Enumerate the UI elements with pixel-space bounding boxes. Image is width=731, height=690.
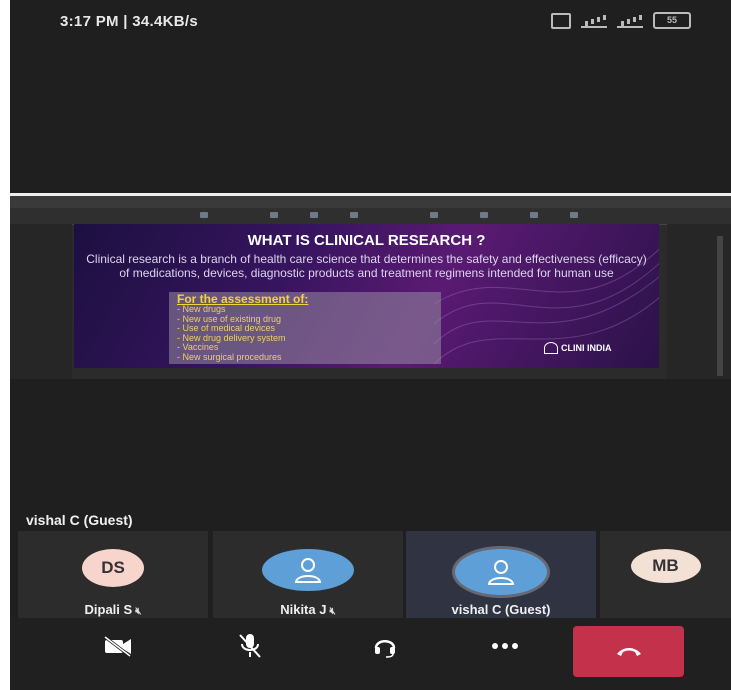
avatar bbox=[262, 549, 354, 591]
toolbar-icon bbox=[310, 212, 318, 218]
signal-icon-2 bbox=[617, 14, 643, 28]
phone-screen: 3:17 PM | 34.4KB/s 55 WHAT IS CLINICAL R… bbox=[10, 0, 731, 690]
call-controls-bar bbox=[10, 618, 731, 690]
participant-name: Nikita J bbox=[280, 602, 327, 617]
toolbar-icon bbox=[430, 212, 438, 218]
battery-icon: 55 bbox=[653, 12, 691, 29]
mic-off-icon: 🔇︎ bbox=[329, 606, 336, 617]
toolbar-icon bbox=[530, 212, 538, 218]
hang-up-button[interactable] bbox=[573, 626, 684, 677]
presentation-slide: WHAT IS CLINICAL RESEARCH ? Clinical res… bbox=[74, 224, 659, 368]
avatar: DS bbox=[82, 549, 144, 587]
assessment-box: For the assessment of: - New drugs - New… bbox=[169, 292, 441, 364]
mic-off-icon bbox=[239, 634, 261, 658]
audio-button[interactable] bbox=[355, 626, 415, 666]
status-bar: 3:17 PM | 34.4KB/s 55 bbox=[10, 0, 731, 44]
slide-description: Clinical research is a branch of health … bbox=[86, 252, 647, 280]
participant-strip[interactable]: DS Dipali S 🔇︎ Nikita J 🔇︎ vishal C (Gue… bbox=[10, 531, 731, 619]
camera-off-icon bbox=[104, 635, 131, 657]
sim-icon bbox=[551, 12, 571, 29]
toolbar-icon bbox=[570, 212, 578, 218]
status-time: 3:17 PM | 34.4KB/s bbox=[60, 13, 198, 30]
toolbar-icon bbox=[270, 212, 278, 218]
shared-scrollbar bbox=[717, 236, 723, 376]
logo-icon bbox=[544, 342, 558, 354]
hang-up-icon bbox=[616, 647, 641, 656]
toolbar-icon bbox=[350, 212, 358, 218]
clini-india-logo: CLINI INDIA bbox=[544, 342, 612, 354]
participant-tile-vishal[interactable]: vishal C (Guest) bbox=[406, 531, 596, 619]
more-icon bbox=[492, 643, 518, 649]
participant-tile-dipali[interactable]: DS Dipali S 🔇︎ bbox=[18, 531, 208, 619]
slide-thumbnails-pane bbox=[10, 224, 72, 379]
avatar: MB bbox=[630, 549, 701, 583]
participant-name: vishal C (Guest) bbox=[451, 602, 551, 617]
shared-window-titlebar bbox=[10, 196, 731, 208]
person-icon bbox=[487, 560, 515, 585]
screen-share[interactable]: WHAT IS CLINICAL RESEARCH ? Clinical res… bbox=[10, 193, 731, 379]
mic-off-icon: 🔇︎ bbox=[135, 606, 142, 617]
toolbar-icon bbox=[200, 212, 208, 218]
participant-tile-nikita[interactable]: Nikita J 🔇︎ bbox=[213, 531, 403, 619]
status-icons: 55 bbox=[551, 12, 691, 29]
assessment-list: - New drugs - New use of existing drug -… bbox=[177, 304, 286, 362]
more-options-button[interactable] bbox=[475, 626, 535, 666]
active-speaker-label: vishal C (Guest) bbox=[26, 512, 133, 528]
shared-window-toolbar bbox=[10, 208, 731, 225]
slide-title: WHAT IS CLINICAL RESEARCH ? bbox=[247, 232, 486, 249]
camera-toggle-button[interactable] bbox=[88, 626, 148, 666]
person-icon bbox=[294, 558, 322, 583]
headset-icon bbox=[374, 640, 396, 658]
signal-icon bbox=[581, 14, 607, 28]
list-item: - New surgical procedures bbox=[177, 351, 282, 362]
mic-toggle-button[interactable] bbox=[220, 626, 280, 666]
toolbar-icon bbox=[480, 212, 488, 218]
participant-name: Dipali S bbox=[84, 602, 133, 617]
logo-text: CLINI INDIA bbox=[561, 343, 612, 353]
avatar bbox=[455, 549, 547, 595]
participant-tile-mb[interactable]: MB bbox=[600, 531, 731, 619]
